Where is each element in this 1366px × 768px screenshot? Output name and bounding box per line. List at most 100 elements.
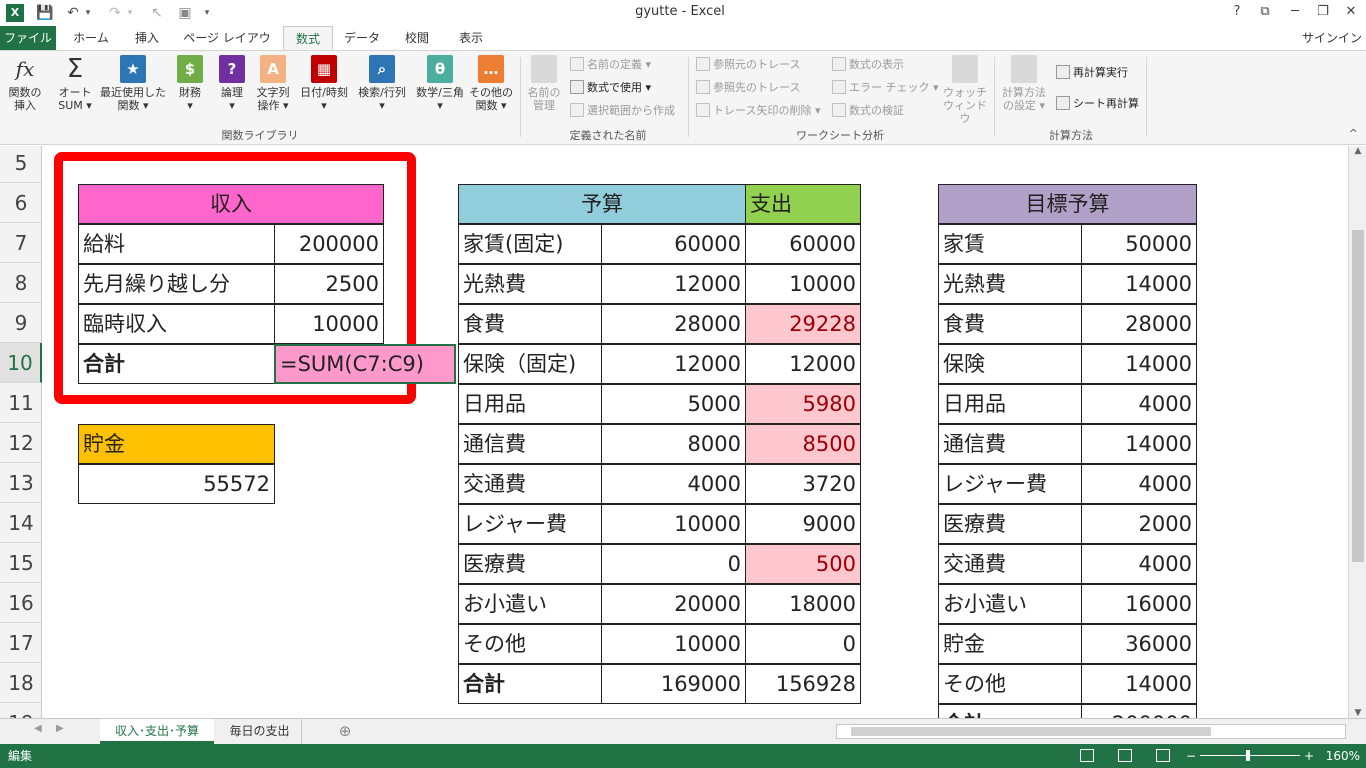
use-in-formula-button[interactable]: 数式で使用 ▾ [570, 78, 651, 98]
ribbon-display-icon[interactable]: ⧉ [1250, 2, 1280, 22]
math-trig-button[interactable]: θ 数学/三角 ▾ [412, 55, 468, 112]
row-header-7[interactable]: 7 [0, 223, 42, 263]
row-header-13[interactable]: 13 [0, 463, 42, 503]
horizontal-scroll-thumb[interactable] [851, 727, 1211, 736]
row-header-11[interactable]: 11 [0, 383, 42, 423]
trace-dependents-button[interactable]: 参照先のトレース [696, 78, 800, 98]
target-label[interactable]: 交通費 [938, 544, 1082, 584]
budget-value[interactable]: 28000 [601, 304, 746, 344]
minimize-icon[interactable]: ─ [1280, 2, 1310, 22]
sheet-tab-income-expense-budget[interactable]: 収入･支出･予算 [100, 719, 214, 744]
undo-dropdown-icon[interactable]: ▾ [82, 3, 94, 23]
target-value[interactable]: 50000 [1081, 224, 1197, 264]
lookup-reference-button[interactable]: ⌕ 検索/行列 ▾ [354, 55, 410, 112]
watch-window-button[interactable]: ウォッチ ウィンドウ [940, 55, 990, 125]
budget-label[interactable]: 通信費 [458, 424, 602, 464]
page-layout-view-icon[interactable] [1118, 749, 1132, 762]
target-label[interactable]: 家賃 [938, 224, 1082, 264]
budget-value[interactable]: 20000 [601, 584, 746, 624]
zoom-level[interactable]: 160% [1326, 744, 1360, 768]
target-total-value[interactable]: 200000 [1081, 704, 1197, 718]
vertical-scrollbar[interactable]: ▲ ▼ [1348, 146, 1366, 718]
row-header-8[interactable]: 8 [0, 263, 42, 303]
zoom-slider[interactable] [1200, 755, 1300, 756]
budget-value[interactable]: 60000 [601, 224, 746, 264]
budget-label[interactable]: 日用品 [458, 384, 602, 424]
row-header-19[interactable]: 19 [0, 703, 42, 718]
budget-label[interactable]: 光熱費 [458, 264, 602, 304]
customize-qat-icon[interactable]: ▾ [200, 3, 214, 23]
save-icon[interactable]: 💾 [34, 3, 56, 23]
target-label[interactable]: お小遣い [938, 584, 1082, 624]
normal-view-icon[interactable] [1080, 749, 1094, 762]
calculate-now-button[interactable]: 再計算実行 [1056, 63, 1128, 83]
sheet-tab-daily-expense[interactable]: 毎日の支出 [218, 719, 302, 744]
budget-header[interactable]: 予算 [458, 184, 746, 224]
expense-value[interactable]: 500 [745, 544, 861, 584]
tab-data[interactable]: データ [338, 26, 386, 50]
tab-insert[interactable]: 挿入 [122, 26, 172, 50]
tab-home[interactable]: ホーム [66, 26, 116, 50]
tab-view[interactable]: 表示 [448, 26, 494, 50]
budget-total-label[interactable]: 合計 [458, 664, 602, 704]
zoom-out-icon[interactable]: − [1186, 744, 1196, 768]
budget-label[interactable]: 家賃(固定) [458, 224, 602, 264]
target-value[interactable]: 14000 [1081, 344, 1197, 384]
target-label[interactable]: 貯金 [938, 624, 1082, 664]
sheet-prev-icon[interactable]: ◀ [34, 723, 42, 734]
target-value[interactable]: 16000 [1081, 584, 1197, 624]
expense-value[interactable]: 10000 [745, 264, 861, 304]
target-label[interactable]: レジャー費 [938, 464, 1082, 504]
target-total-label[interactable]: 合計 [938, 704, 1082, 718]
target-value[interactable]: 4000 [1081, 544, 1197, 584]
horizontal-scrollbar[interactable] [836, 724, 1346, 739]
page-break-view-icon[interactable] [1156, 749, 1170, 762]
budget-value[interactable]: 8000 [601, 424, 746, 464]
expense-header[interactable]: 支出 [745, 184, 861, 224]
autosum-button[interactable]: Σ オート SUM ▾ [54, 55, 96, 112]
define-name-button[interactable]: 名前の定義 ▾ [570, 55, 651, 75]
close-icon[interactable]: ✕ [1336, 2, 1366, 22]
target-value[interactable]: 36000 [1081, 624, 1197, 664]
more-functions-button[interactable]: … その他の 関数 ▾ [468, 55, 514, 112]
recent-functions-button[interactable]: ★ 最近使用した 関数 ▾ [98, 55, 168, 112]
expense-value[interactable]: 9000 [745, 504, 861, 544]
row-header-18[interactable]: 18 [0, 663, 42, 703]
row-header-12[interactable]: 12 [0, 423, 42, 463]
zoom-slider-knob[interactable] [1246, 750, 1250, 761]
target-value[interactable]: 2000 [1081, 504, 1197, 544]
row-header-6[interactable]: 6 [0, 183, 42, 223]
target-value[interactable]: 14000 [1081, 664, 1197, 704]
error-checking-button[interactable]: エラー チェック ▾ [832, 78, 939, 98]
datetime-button[interactable]: ▦ 日付/時刻 ▾ [296, 55, 352, 112]
add-sheet-icon[interactable]: ⊕ [334, 719, 356, 744]
budget-label[interactable]: 保険（固定) [458, 344, 602, 384]
expense-value[interactable]: 18000 [745, 584, 861, 624]
remove-arrows-button[interactable]: トレース矢印の削除 ▾ [696, 101, 820, 121]
budget-value[interactable]: 5000 [601, 384, 746, 424]
show-formulas-button[interactable]: 数式の表示 [832, 55, 904, 75]
savings-header[interactable]: 貯金 [78, 424, 275, 464]
row-header-5[interactable]: 5 [0, 146, 42, 183]
camera-icon[interactable]: ▣ [174, 3, 196, 23]
target-value[interactable]: 4000 [1081, 384, 1197, 424]
create-from-selection-button[interactable]: 選択範囲から作成 [570, 101, 675, 121]
scroll-down-icon[interactable]: ▼ [1349, 708, 1366, 718]
financial-button[interactable]: $ 財務 ▾ [172, 55, 208, 112]
vertical-scroll-thumb[interactable] [1352, 230, 1364, 562]
target-value[interactable]: 4000 [1081, 464, 1197, 504]
pointer-icon[interactable]: ↖ [146, 3, 168, 23]
collapse-ribbon-icon[interactable]: ^ [1349, 127, 1358, 140]
expense-value[interactable]: 0 [745, 624, 861, 664]
tab-page-layout[interactable]: ページ レイアウト [178, 26, 276, 69]
target-value[interactable]: 14000 [1081, 264, 1197, 304]
target-header[interactable]: 目標予算 [938, 184, 1197, 224]
insert-function-button[interactable]: fx 関数の 挿入 [4, 55, 46, 112]
tab-file[interactable]: ファイル [0, 26, 56, 50]
tab-formulas[interactable]: 数式 [283, 26, 333, 50]
zoom-in-icon[interactable]: + [1304, 744, 1314, 768]
worksheet-grid[interactable]: 5678910111213141516171819 収入給料200000先月繰り… [0, 146, 1348, 718]
budget-value[interactable]: 10000 [601, 504, 746, 544]
budget-label[interactable]: レジャー費 [458, 504, 602, 544]
budget-value[interactable]: 10000 [601, 624, 746, 664]
